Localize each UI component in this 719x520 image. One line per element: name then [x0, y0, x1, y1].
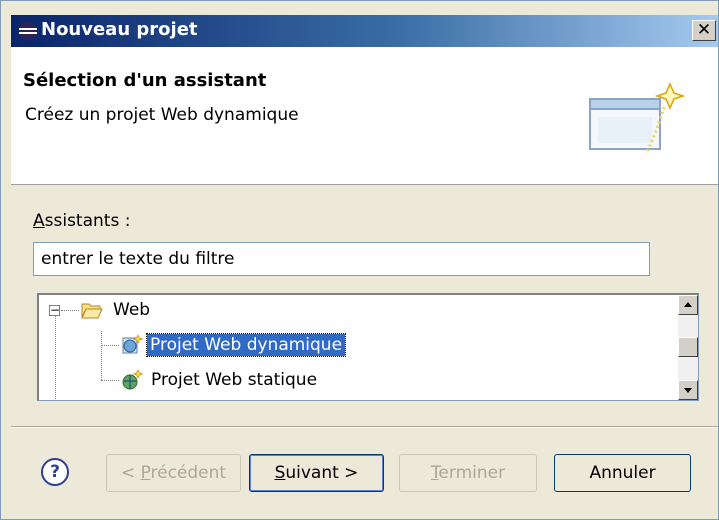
arrow-up-icon: [684, 302, 692, 307]
wizard-banner-icon: [589, 82, 686, 155]
finish-button[interactable]: Terminer: [399, 454, 537, 492]
tree-item-label: Projet Web statique: [151, 370, 318, 390]
window-title: Nouveau projet: [41, 19, 198, 40]
tree-item-label: Projet Web dynamique: [145, 333, 347, 357]
tree-guide-line: [101, 331, 102, 380]
dynamic-web-project-icon: [122, 334, 143, 354]
close-icon: ✕: [696, 20, 712, 40]
close-button[interactable]: ✕: [692, 20, 716, 41]
header-description: Créez un projet Web dynamique: [25, 105, 299, 125]
filter-input[interactable]: entrer le texte du filtre: [33, 242, 650, 276]
wizard-header: Sélection d'un assistant Créez un projet…: [11, 47, 718, 185]
tree-scrollbar[interactable]: [678, 295, 698, 400]
static-web-project-icon: [122, 369, 143, 390]
tree-item-label: Web: [113, 300, 151, 320]
help-button[interactable]: ?: [41, 458, 69, 486]
back-button[interactable]: < Précédent: [106, 454, 241, 492]
new-project-dialog: Nouveau projet ✕ Sélection d'un assistan…: [0, 0, 719, 520]
header-title: Sélection d'un assistant: [23, 70, 267, 91]
title-bar[interactable]: Nouveau projet ✕: [11, 15, 718, 47]
tree-guide-line: [101, 345, 119, 346]
arrow-down-icon: [684, 388, 692, 393]
scroll-thumb[interactable]: [678, 337, 698, 357]
assistants-label: Assistants :: [33, 211, 131, 231]
eclipse-icon: [19, 22, 37, 40]
cancel-button[interactable]: Annuler: [554, 454, 691, 492]
next-button[interactable]: Suivant >: [249, 454, 384, 492]
tree-guide-line: [101, 380, 119, 381]
tree-guide-line: [61, 310, 79, 311]
scroll-up-button[interactable]: [678, 295, 698, 315]
tree-guide-line: [55, 315, 56, 399]
footer-separator: [11, 426, 718, 428]
collapse-web-toggle[interactable]: −: [49, 304, 60, 316]
wizard-tree[interactable]: − Web Projet Web dynamique Projet Web st: [37, 293, 699, 401]
scroll-down-button[interactable]: [678, 380, 698, 400]
folder-open-icon: [81, 303, 103, 319]
